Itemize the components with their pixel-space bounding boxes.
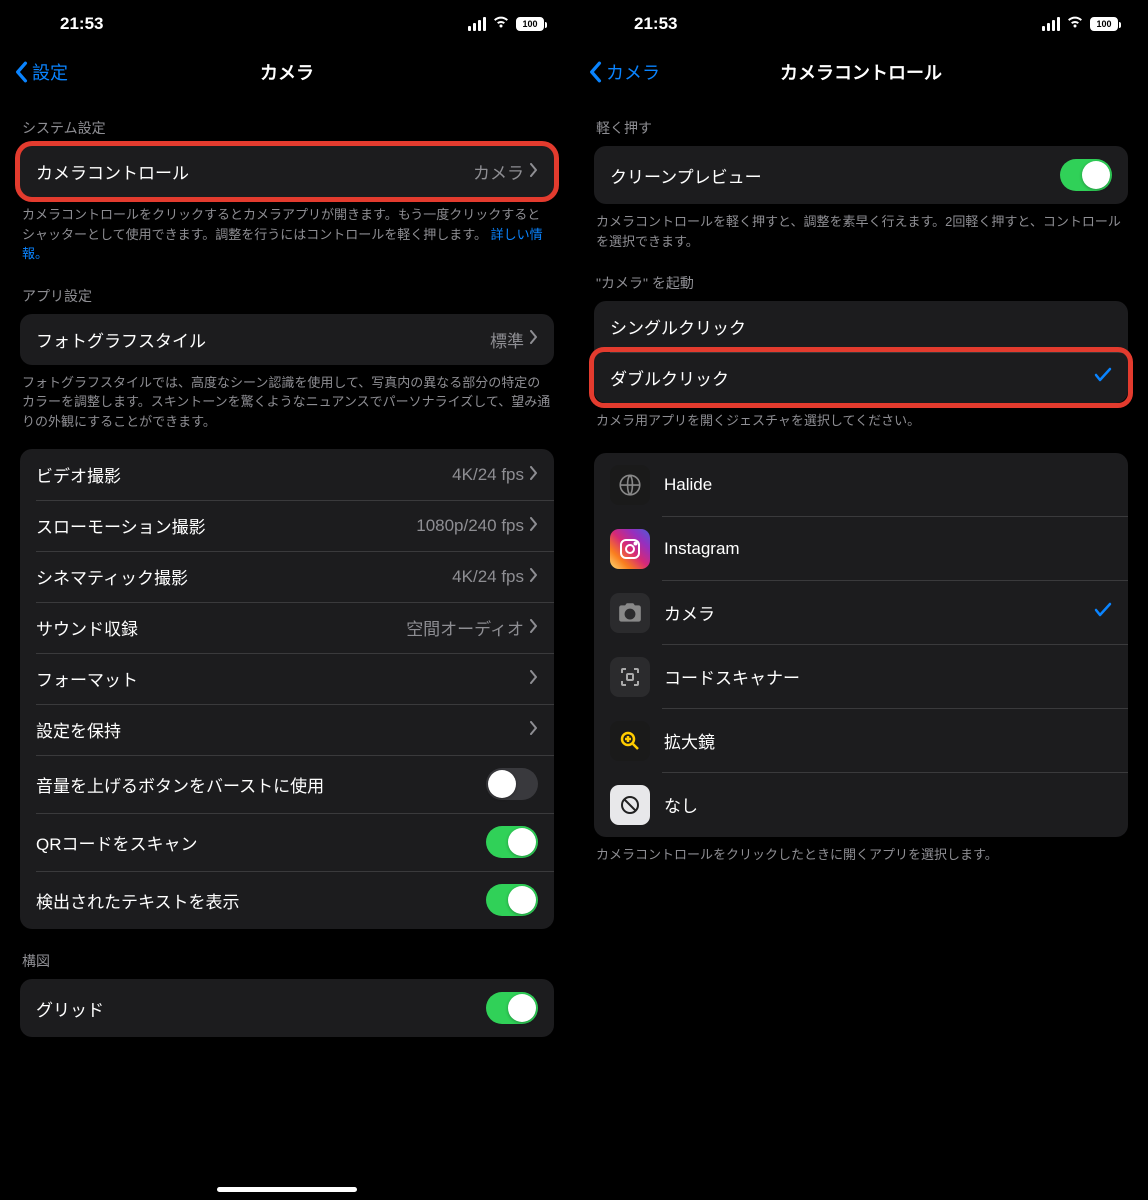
chevron-right-icon [530, 162, 538, 182]
wifi-icon [1066, 14, 1084, 34]
back-label: 設定 [32, 59, 68, 85]
grid-row: グリッド [20, 979, 554, 1037]
app-scanner-row[interactable]: コードスキャナー [594, 645, 1128, 709]
format-row[interactable]: フォーマット [20, 653, 554, 704]
camera-control-group: カメラコントロール カメラ [20, 146, 554, 197]
chevron-right-icon [530, 465, 538, 485]
composition-group: グリッド [20, 979, 554, 1037]
volume-burst-row: 音量を上げるボタンをバーストに使用 [20, 755, 554, 813]
halide-icon [610, 465, 650, 505]
magnifier-icon [610, 721, 650, 761]
status-indicators: 100 [1042, 14, 1118, 34]
section-header-light-press: 軽く押す [574, 96, 1148, 146]
section-header-app: アプリ設定 [0, 264, 574, 314]
cellular-icon [1042, 17, 1060, 31]
back-button[interactable]: カメラ [588, 59, 660, 85]
clean-preview-row: クリーンプレビュー [594, 146, 1128, 204]
battery-icon: 100 [516, 17, 544, 31]
status-bar: 21:53 100 [574, 0, 1148, 42]
battery-icon: 100 [1090, 17, 1118, 31]
checkmark-icon [1094, 366, 1112, 389]
chevron-left-icon [588, 61, 602, 83]
back-label: カメラ [606, 59, 660, 85]
chevron-left-icon [14, 61, 28, 83]
single-click-row[interactable]: シングルクリック [594, 301, 1128, 352]
qr-toggle[interactable] [486, 826, 538, 858]
camera-control-footer: カメラコントロールをクリックするとカメラアプリが開きます。もう一度クリックすると… [0, 197, 574, 264]
nav-bar: カメラ カメラコントロール [574, 48, 1148, 96]
qr-row: QRコードをスキャン [20, 813, 554, 871]
photo-style-group: フォトグラフスタイル 標準 [20, 314, 554, 365]
chevron-right-icon [530, 618, 538, 638]
text-detect-row: 検出されたテキストを表示 [20, 871, 554, 929]
wifi-icon [492, 14, 510, 34]
status-indicators: 100 [468, 14, 544, 34]
text-detect-toggle[interactable] [486, 884, 538, 916]
row-value: カメラ [473, 159, 538, 184]
status-time: 21:53 [60, 14, 103, 34]
camera-icon [610, 593, 650, 633]
app-halide-row[interactable]: Halide [594, 453, 1128, 517]
page-title: カメラコントロール [574, 59, 1148, 85]
slomo-row[interactable]: スローモーション撮影 1080p/240 fps [20, 500, 554, 551]
home-indicator[interactable] [217, 1187, 357, 1192]
nav-bar: 設定 カメラ [0, 48, 574, 96]
left-screenshot: 21:53 100 設定 カメラ システム設定 カメラコントロール カメラ [0, 0, 574, 1200]
chevron-right-icon [530, 516, 538, 536]
section-header-composition: 構図 [0, 929, 574, 979]
chevron-right-icon [530, 329, 538, 349]
apps-footer: カメラコントロールをクリックしたときに開くアプリを選択します。 [574, 837, 1148, 865]
cinematic-row[interactable]: シネマティック撮影 4K/24 fps [20, 551, 554, 602]
video-row[interactable]: ビデオ撮影 4K/24 fps [20, 449, 554, 500]
back-button[interactable]: 設定 [14, 59, 68, 85]
recording-group: ビデオ撮影 4K/24 fps スローモーション撮影 1080p/240 fps… [20, 449, 554, 929]
grid-toggle[interactable] [486, 992, 538, 1024]
app-picker-group: Halide Instagram カメラ コードスキャナー 拡大鏡 なし [594, 453, 1128, 837]
row-label: カメラコントロール [36, 159, 189, 184]
app-camera-row[interactable]: カメラ [594, 581, 1128, 645]
right-screenshot: 21:53 100 カメラ カメラコントロール 軽く押す クリーンプレビュー カ… [574, 0, 1148, 1200]
clean-preview-footer: カメラコントロールを軽く押すと、調整を素早く行えます。2回軽く押すと、コントロー… [574, 204, 1148, 251]
section-header-system: システム設定 [0, 96, 574, 146]
app-none-row[interactable]: なし [594, 773, 1128, 837]
chevron-right-icon [530, 720, 538, 740]
app-instagram-row[interactable]: Instagram [594, 517, 1128, 581]
double-click-row[interactable]: ダブルクリック [594, 352, 1128, 403]
section-header-launch: "カメラ" を起動 [574, 251, 1148, 301]
app-magnifier-row[interactable]: 拡大鏡 [594, 709, 1128, 773]
sound-row[interactable]: サウンド収録 空間オーディオ [20, 602, 554, 653]
click-options-group: シングルクリック ダブルクリック [594, 301, 1128, 403]
instagram-icon [610, 529, 650, 569]
qr-scanner-icon [610, 657, 650, 697]
clean-preview-group: クリーンプレビュー [594, 146, 1128, 204]
page-title: カメラ [0, 59, 574, 85]
none-icon [610, 785, 650, 825]
checkmark-icon [1094, 601, 1112, 624]
clean-preview-toggle[interactable] [1060, 159, 1112, 191]
launch-footer: カメラ用アプリを開くジェスチャを選択してください。 [574, 403, 1148, 431]
row-value: 標準 [490, 327, 538, 352]
preserve-row[interactable]: 設定を保持 [20, 704, 554, 755]
cellular-icon [468, 17, 486, 31]
chevron-right-icon [530, 669, 538, 689]
photo-style-row[interactable]: フォトグラフスタイル 標準 [20, 314, 554, 365]
status-time: 21:53 [634, 14, 677, 34]
row-label: フォトグラフスタイル [36, 327, 206, 352]
photo-style-footer: フォトグラフスタイルでは、高度なシーン認識を使用して、写真内の異なる部分の特定の… [0, 365, 574, 432]
status-bar: 21:53 100 [0, 0, 574, 42]
volume-burst-toggle[interactable] [486, 768, 538, 800]
camera-control-row[interactable]: カメラコントロール カメラ [20, 146, 554, 197]
chevron-right-icon [530, 567, 538, 587]
